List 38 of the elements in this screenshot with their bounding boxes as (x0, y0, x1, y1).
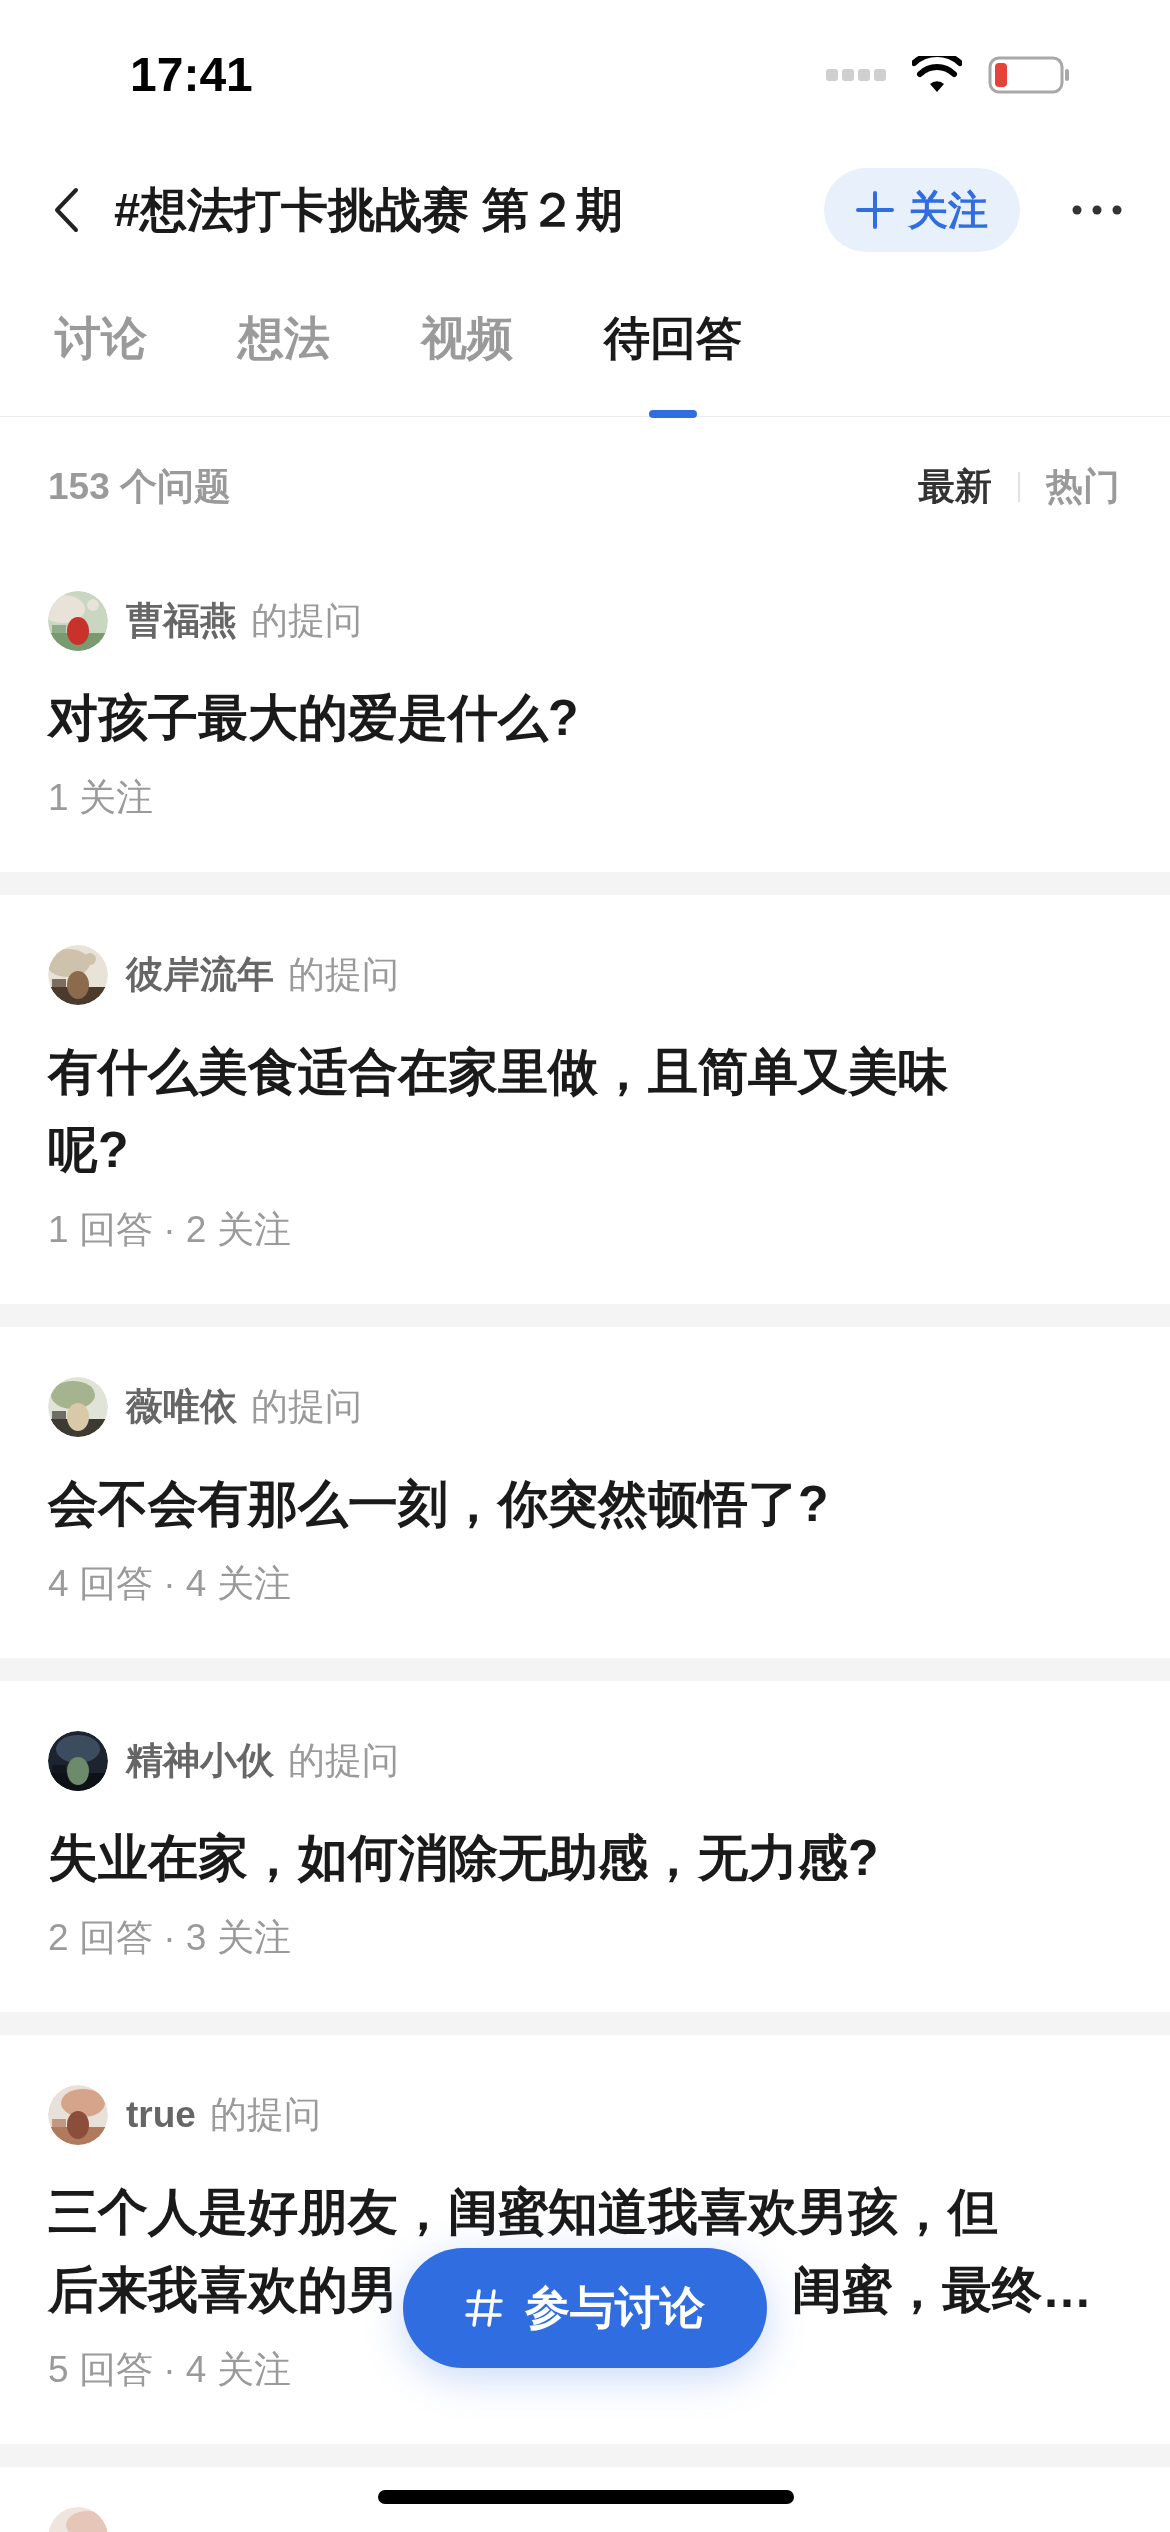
question-stats: 2 回答 · 3 关注 (48, 1916, 292, 1961)
question-stats: 4 回答 · 4 关注 (48, 1562, 292, 1607)
question-stats: 5 回答 · 4 关注 (48, 2348, 292, 2393)
status-time: 17:41 (130, 47, 253, 103)
question-title[interactable]: 有什么美食适合在家里做，且简单又美味 (48, 1034, 948, 1110)
battery-icon (988, 56, 1070, 94)
plus-icon (856, 191, 894, 229)
question-title[interactable]: 三个人是好朋友，闺蜜知道我喜欢男孩，但 (48, 2174, 998, 2250)
author-name: 薇唯依 (126, 1385, 237, 1430)
question-title[interactable]: 失业在家，如何消除无助感，无力感? (48, 1820, 879, 1896)
hashtag-icon (465, 2288, 503, 2328)
back-icon (52, 187, 80, 233)
follow-button[interactable]: 关注 (824, 168, 1020, 252)
question-title[interactable]: 呢? (48, 1112, 129, 1188)
author-name: 曹福燕 (126, 599, 237, 644)
wifi-icon (912, 56, 962, 94)
question-title[interactable]: 闺蜜，最终… (792, 2252, 1092, 2328)
question-title[interactable]: 后来我喜欢的男 (48, 2252, 398, 2328)
question-label: 的提问 (251, 599, 362, 644)
question-stats: 1 回答 · 2 关注 (48, 1208, 292, 1253)
author-name: 彼岸流年 (126, 953, 274, 998)
tab[interactable]: 待回答 (604, 280, 742, 416)
question-label: 的提问 (288, 953, 399, 998)
question-stats: 1 关注 (48, 776, 154, 821)
join-discussion-button[interactable]: 参与讨论 (403, 2248, 767, 2368)
sort-option[interactable]: 最新 (918, 459, 992, 515)
question-label: 的提问 (251, 1385, 362, 1430)
more-icon (1072, 205, 1122, 215)
question-count: 153 个问题 (48, 465, 231, 510)
page-title: #想法打卡挑战赛 第２期 (114, 181, 624, 238)
question-title[interactable]: 会不会有那么一刻，你突然顿悟了? (48, 1466, 829, 1542)
question-label: 的提问 (288, 1739, 399, 1784)
question-label: 的提问 (209, 2093, 321, 2138)
author-name: true (126, 2093, 196, 2138)
author-name: 精神小伙 (126, 1739, 274, 1784)
signal-icon (826, 68, 886, 82)
question-title[interactable]: 对孩子最大的爱是什么? (48, 680, 579, 756)
tab-indicator (649, 410, 697, 418)
